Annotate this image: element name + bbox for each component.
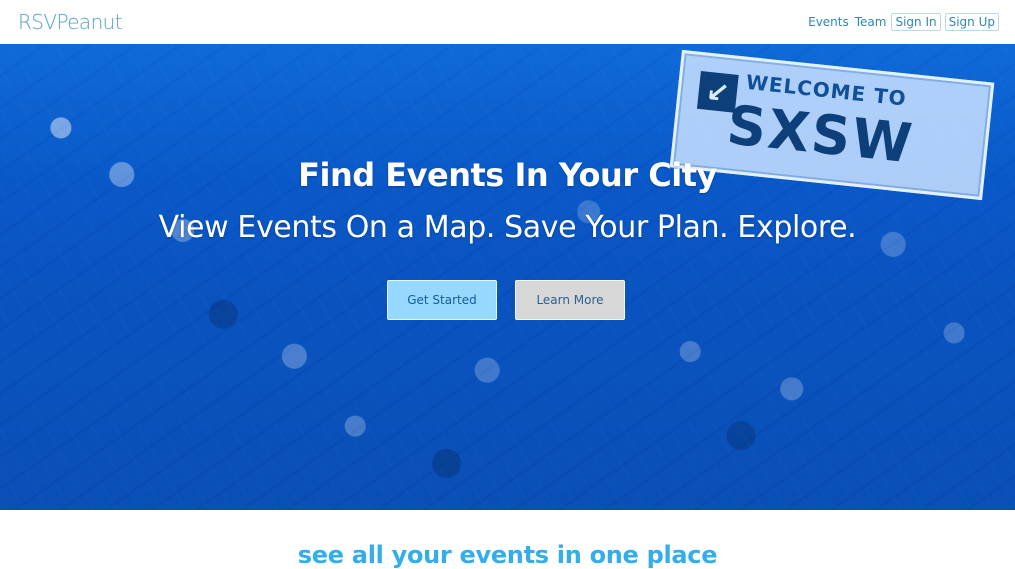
get-started-button[interactable]: Get Started — [387, 280, 497, 320]
hero-subtitle: View Events On a Map. Save Your Plan. Ex… — [158, 210, 857, 246]
hero-actions: Get Started Learn More — [387, 280, 625, 320]
site-logo[interactable]: RSVPeanut — [18, 10, 123, 34]
hero-title: Find Events In Your City — [298, 156, 717, 194]
sign-up-button[interactable]: Sign Up — [944, 13, 999, 31]
learn-more-button[interactable]: Learn More — [515, 280, 625, 320]
nav-link-team[interactable]: Team — [854, 15, 888, 29]
main-nav: Events Team Sign In Sign Up — [807, 13, 999, 31]
section-title: see all your events in one place — [297, 541, 718, 569]
top-navbar: RSVPeanut Events Team Sign In Sign Up — [0, 0, 1015, 44]
events-intro-section: see all your events in one place — [0, 510, 1015, 569]
hero-section: ↙ WELCOME TO SXSW Find Events In Your Ci… — [0, 44, 1015, 510]
hero-content: Find Events In Your City View Events On … — [0, 156, 1015, 246]
sign-in-button[interactable]: Sign In — [891, 13, 941, 31]
nav-link-events[interactable]: Events — [807, 15, 850, 29]
